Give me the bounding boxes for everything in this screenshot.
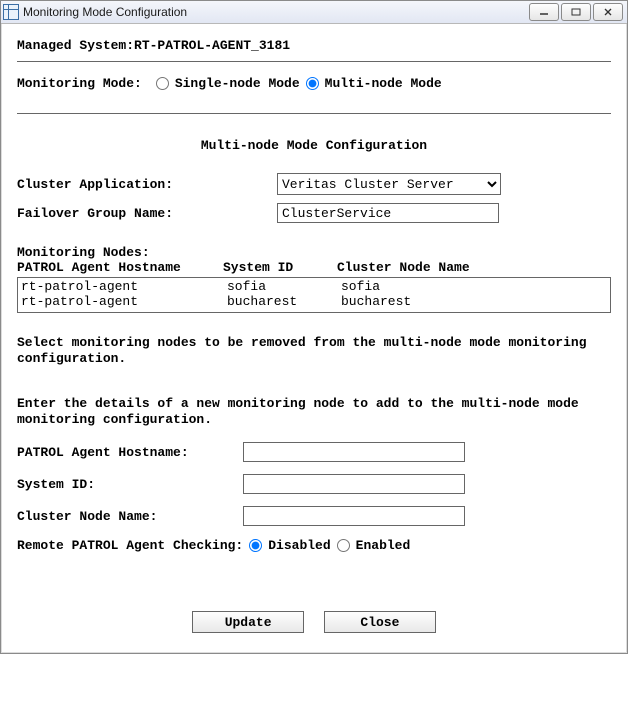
cell-sysid: sofia	[227, 279, 341, 294]
remote-check-label: Remote PATROL Agent Checking:	[17, 538, 243, 553]
close-button[interactable]	[593, 3, 623, 21]
divider-2	[17, 113, 611, 114]
close-dialog-button[interactable]: Close	[324, 611, 436, 633]
remote-disabled-radio[interactable]	[249, 539, 262, 552]
table-row[interactable]: rt-patrol-agent bucharest bucharest	[18, 294, 610, 309]
cell-host: rt-patrol-agent	[21, 294, 227, 309]
monitoring-mode-row: Monitoring Mode: Single-node Mode Multi-…	[17, 76, 611, 91]
remote-enabled-label: Enabled	[356, 538, 411, 553]
table-header: PATROL Agent Hostname System ID Cluster …	[17, 260, 611, 275]
new-cluster-row: Cluster Node Name:	[17, 506, 611, 526]
divider-1	[17, 61, 611, 62]
table-row[interactable]: rt-patrol-agent sofia sofia	[18, 279, 610, 294]
new-host-label: PATROL Agent Hostname:	[17, 445, 243, 460]
minimize-button[interactable]	[529, 3, 559, 21]
remote-enabled-radio[interactable]	[337, 539, 350, 552]
help-remove-text: Select monitoring nodes to be removed fr…	[17, 335, 611, 368]
failover-label: Failover Group Name:	[17, 206, 277, 221]
cluster-app-label: Cluster Application:	[17, 177, 277, 192]
new-host-input[interactable]	[243, 442, 465, 462]
window-title: Monitoring Mode Configuration	[23, 5, 187, 19]
failover-input[interactable]	[277, 203, 499, 223]
new-sysid-row: System ID:	[17, 474, 611, 494]
cell-host: rt-patrol-agent	[21, 279, 227, 294]
cluster-app-select[interactable]: Veritas Cluster Server	[277, 173, 501, 195]
new-cluster-label: Cluster Node Name:	[17, 509, 243, 524]
new-host-row: PATROL Agent Hostname:	[17, 442, 611, 462]
help-add-text: Enter the details of a new monitoring no…	[17, 396, 611, 429]
new-cluster-input[interactable]	[243, 506, 465, 526]
titlebar: Monitoring Mode Configuration	[1, 1, 627, 24]
monitoring-nodes-label: Monitoring Nodes:	[17, 245, 611, 260]
maximize-icon	[571, 8, 581, 16]
managed-system-value: RT-PATROL-AGENT_3181	[134, 38, 290, 53]
remote-check-row: Remote PATROL Agent Checking: Disabled E…	[17, 538, 611, 553]
new-sysid-input[interactable]	[243, 474, 465, 494]
col-sysid-header: System ID	[223, 260, 337, 275]
single-node-label: Single-node Mode	[175, 76, 300, 91]
section-title: Multi-node Mode Configuration	[17, 138, 611, 153]
managed-system-row: Managed System:RT-PATROL-AGENT_3181	[17, 38, 611, 53]
new-sysid-label: System ID:	[17, 477, 243, 492]
close-icon	[603, 8, 613, 16]
cell-cluster: bucharest	[341, 294, 607, 309]
col-host-header: PATROL Agent Hostname	[17, 260, 223, 275]
content-area: Managed System:RT-PATROL-AGENT_3181 Moni…	[1, 24, 627, 653]
minimize-icon	[539, 8, 549, 16]
failover-row: Failover Group Name:	[17, 203, 611, 223]
nodes-table[interactable]: rt-patrol-agent sofia sofia rt-patrol-ag…	[17, 277, 611, 313]
col-cluster-header: Cluster Node Name	[337, 260, 611, 275]
cell-cluster: sofia	[341, 279, 607, 294]
maximize-button[interactable]	[561, 3, 591, 21]
multi-node-label: Multi-node Mode	[325, 76, 442, 91]
cell-sysid: bucharest	[227, 294, 341, 309]
monitoring-mode-label: Monitoring Mode:	[17, 76, 142, 91]
single-node-radio[interactable]	[156, 77, 169, 90]
app-icon	[3, 4, 19, 20]
managed-system-label: Managed System:	[17, 38, 134, 53]
cluster-app-row: Cluster Application: Veritas Cluster Ser…	[17, 173, 611, 195]
window-frame: Monitoring Mode Configuration Managed Sy…	[0, 0, 628, 654]
update-button[interactable]: Update	[192, 611, 304, 633]
window-controls	[529, 3, 623, 21]
multi-node-radio[interactable]	[306, 77, 319, 90]
remote-disabled-label: Disabled	[268, 538, 330, 553]
button-row: Update Close	[17, 611, 611, 633]
